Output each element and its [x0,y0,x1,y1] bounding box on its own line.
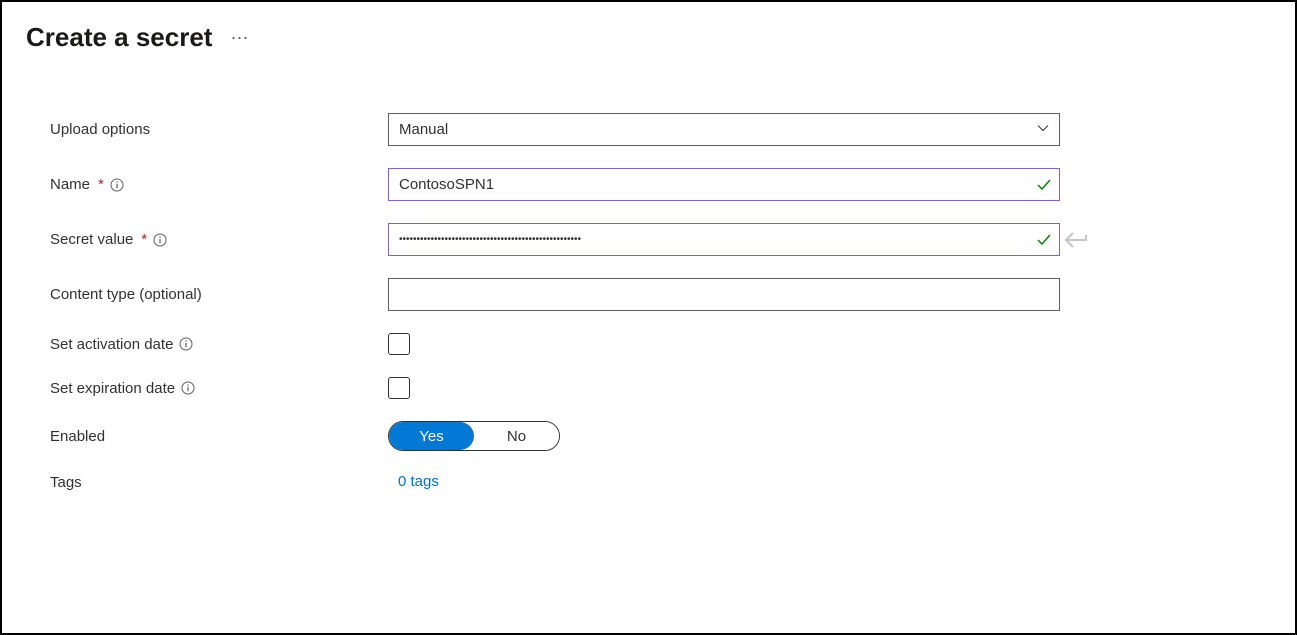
info-icon[interactable] [179,337,193,351]
set-expiration-date-label: Set expiration date [50,380,388,397]
set-expiration-date-checkbox[interactable] [388,377,410,399]
content-type-label: Content type (optional) [50,286,388,303]
checkmark-icon [1036,232,1052,248]
enabled-toggle-no[interactable]: No [474,422,559,450]
info-icon[interactable] [181,381,195,395]
arrow-left-icon [1064,231,1088,249]
upload-options-value: Manual [399,121,448,138]
required-star-icon: * [98,176,104,193]
secret-value-input[interactable]: ••••••••••••••••••••••••••••••••••••••••… [388,223,1060,256]
enabled-label: Enabled [50,428,388,445]
page-title: Create a secret [26,22,212,53]
chevron-down-icon [1037,121,1049,138]
tags-link[interactable]: 0 tags [388,473,439,490]
required-star-icon: * [141,231,147,248]
tags-label: Tags [50,474,388,491]
enabled-toggle-yes[interactable]: Yes [389,422,474,450]
content-type-input[interactable] [388,278,1060,311]
checkmark-icon [1036,177,1052,193]
more-options-icon[interactable]: ⋯ [230,29,249,47]
upload-options-label: Upload options [50,121,388,138]
name-label: Name* [50,176,388,193]
upload-options-select[interactable]: Manual [388,113,1060,146]
set-activation-date-checkbox[interactable] [388,333,410,355]
name-input[interactable] [388,168,1060,201]
enabled-toggle[interactable]: Yes No [388,421,560,451]
info-icon[interactable] [153,233,167,247]
secret-value-label: Secret value* [50,231,388,248]
info-icon[interactable] [110,178,124,192]
set-activation-date-label: Set activation date [50,336,388,353]
